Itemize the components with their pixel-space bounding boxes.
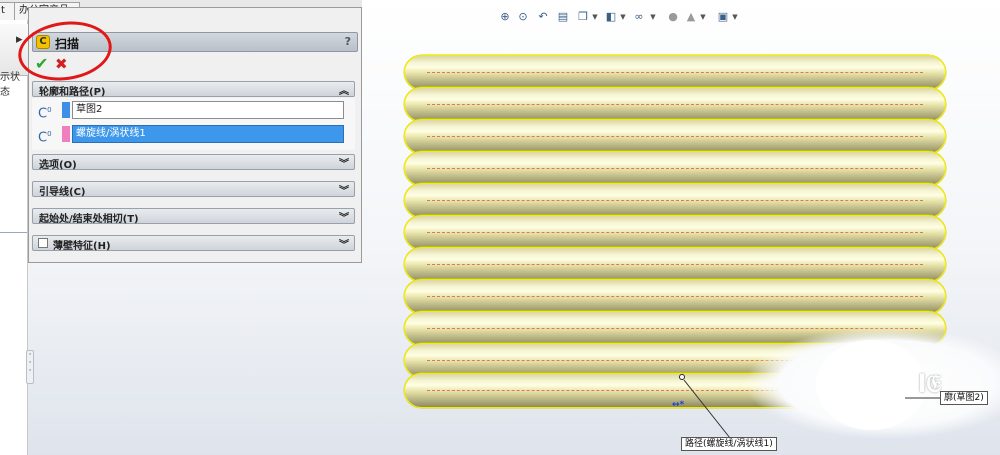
callout-leader-lines: [683, 379, 940, 439]
path-callout[interactable]: 路径(螺旋线/涡状线1): [681, 437, 777, 451]
profile-callout[interactable]: 廓(草图2): [940, 391, 988, 405]
origin-axis-icon: ↔*: [672, 400, 685, 410]
